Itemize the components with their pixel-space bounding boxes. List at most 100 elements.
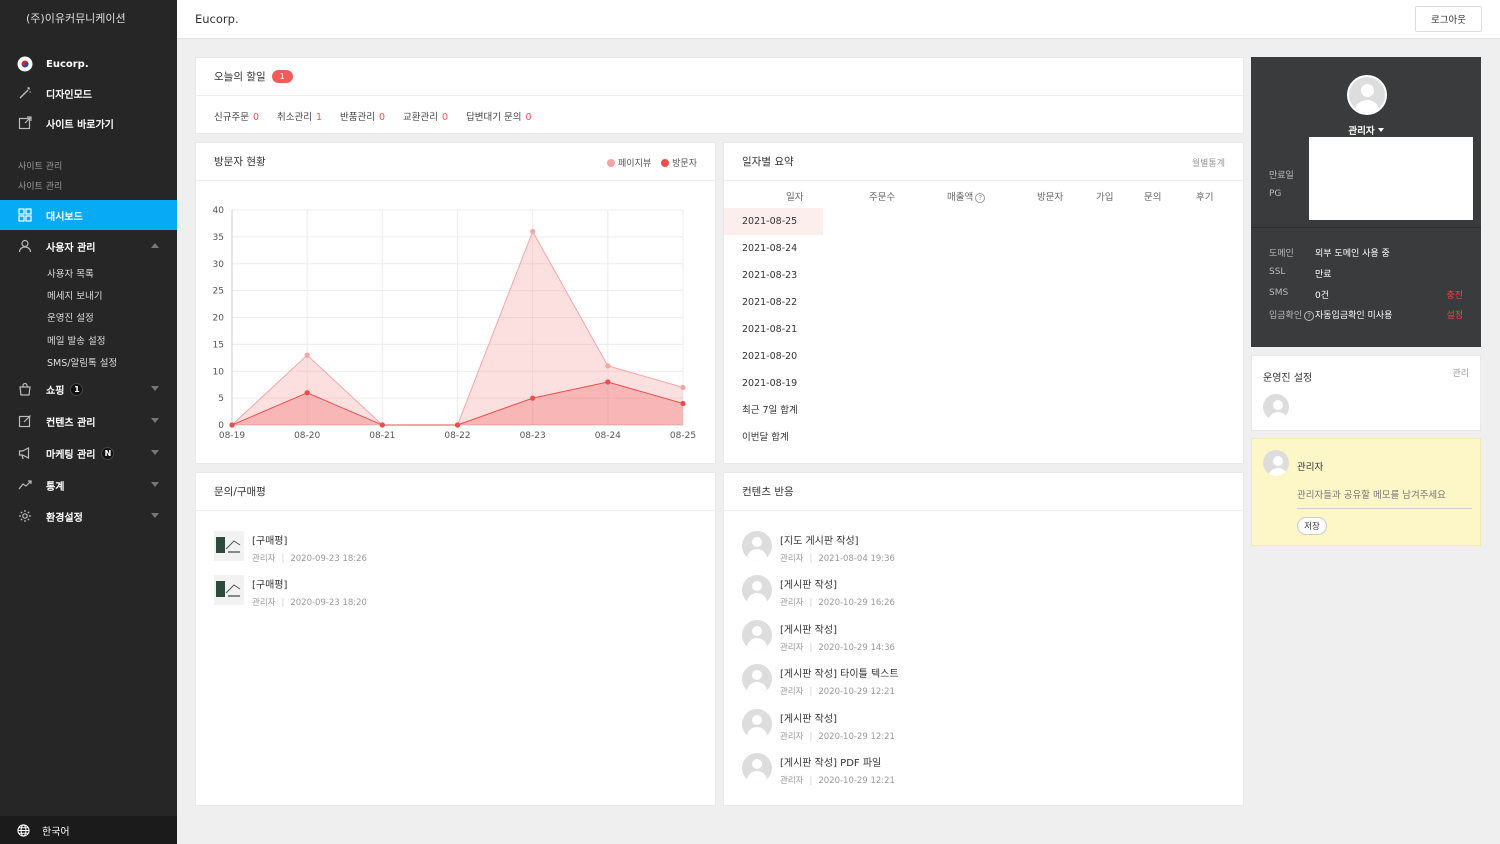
site-item-design-mode[interactable]: 디자인모드 xyxy=(0,79,177,107)
todo-count: 0 xyxy=(252,112,260,123)
content-item-meta: 관리자 | 2020-10-29 12:21 xyxy=(780,687,895,697)
megaphone-icon xyxy=(17,445,33,461)
memo-input[interactable] xyxy=(1297,483,1472,509)
todo-label: 신규주문 xyxy=(214,112,249,123)
divider xyxy=(1251,227,1481,228)
data-point-visitor xyxy=(379,422,385,428)
sidebar-item-stats[interactable]: 통계 xyxy=(0,470,177,500)
memo-save-button[interactable]: 저장 xyxy=(1297,517,1327,535)
legend-item-pageview[interactable]: 페이지뷰 xyxy=(607,156,651,169)
help-icon[interactable]: ? xyxy=(1304,311,1315,321)
site-item-label: 사이트 바로가기 xyxy=(46,119,114,131)
x-tick-label: 08-25 xyxy=(670,431,696,441)
summary-row-month-total[interactable]: 이번달 합계 xyxy=(724,424,823,451)
sms-value: 0건 xyxy=(1315,291,1330,301)
y-tick-label: 15 xyxy=(213,340,224,350)
review-thumbnail xyxy=(214,575,244,605)
korea-flag-icon xyxy=(17,56,33,72)
avatar xyxy=(742,531,772,561)
sidebar-item-marketing[interactable]: 마케팅 관리 N xyxy=(0,438,177,468)
sidebar-item-label: 쇼핑 xyxy=(46,385,65,397)
summary-row-date[interactable]: 2021-08-24 xyxy=(724,235,823,262)
legend-item-visitor[interactable]: 방문자 xyxy=(661,156,697,169)
todo-count: 0 xyxy=(442,112,449,123)
content-title: 컨텐츠 반응 xyxy=(742,486,794,498)
y-tick-label: 0 xyxy=(218,421,224,431)
todo-cancel[interactable]: 취소관리 1 xyxy=(277,109,322,123)
review-item[interactable]: [구매평] 관리자 | 2020-09-23 18:20 xyxy=(214,575,367,608)
monthly-stats-link[interactable]: 월별통계 xyxy=(1192,156,1225,169)
trend-icon xyxy=(17,477,33,493)
site-item-eucorp[interactable]: Eucorp. xyxy=(0,50,177,78)
language-selector[interactable]: 한국어 xyxy=(0,816,177,844)
todo-new-order[interactable]: 신규주문 0 xyxy=(214,109,259,123)
sms-charge-link[interactable]: 충전 xyxy=(1446,288,1463,301)
summary-row-date[interactable]: 2021-08-19 xyxy=(724,370,823,397)
site-admin-label[interactable]: 사이트 관리 xyxy=(18,179,62,192)
submenu-user-list[interactable]: 사용자 목록 xyxy=(47,266,94,280)
help-icon[interactable]: ? xyxy=(975,193,986,203)
sidebar-item-label: 마케팅 관리 xyxy=(46,449,96,461)
todo-count: 1 xyxy=(315,112,323,123)
content-item[interactable]: [게시판 작성] 관리자 | 2020-10-29 16:26 xyxy=(742,575,895,608)
chevron-down-icon xyxy=(151,482,159,487)
content-item-meta: 관리자 | 2020-10-29 12:21 xyxy=(780,776,895,786)
review-meta: 관리자 | 2020-09-23 18:20 xyxy=(252,598,367,608)
chevron-down-icon xyxy=(151,450,159,455)
site-item-shortcut[interactable]: 사이트 바로가기 xyxy=(0,109,177,137)
submenu-mail-settings[interactable]: 메일 발송 설정 xyxy=(47,333,105,347)
sidebar-item-dashboard[interactable]: 대시보드 xyxy=(0,200,177,230)
deposit-settings-link[interactable]: 설정 xyxy=(1446,308,1463,321)
admins-manage-link[interactable]: 관리 xyxy=(1452,366,1469,379)
todo-return[interactable]: 반품관리 0 xyxy=(340,109,385,123)
site-item-label: 디자인모드 xyxy=(46,89,92,101)
sidebar-item-users[interactable]: 사용자 관리 xyxy=(0,231,177,261)
sidebar-item-shopping[interactable]: 쇼핑 1 xyxy=(0,374,177,404)
visitors-chart: 0 5 10 15 20 25 30 35 40 08-19 08-20 08-21 08-22 08-2… xyxy=(213,206,697,441)
content-author: 관리자 xyxy=(780,554,804,564)
todo-label: 교환관리 xyxy=(403,112,439,123)
content-item-meta: 관리자 | 2021-08-04 19:36 xyxy=(780,554,895,564)
user-icon xyxy=(17,238,33,254)
content-item-title: [게시판 작성] xyxy=(780,625,837,636)
chevron-down-icon xyxy=(151,513,159,518)
content-item[interactable]: [게시판 작성] PDF 파일 관리자 | 2020-10-29 12:21 xyxy=(742,753,895,786)
summary-row-date[interactable]: 2021-08-22 xyxy=(724,289,823,316)
content-item[interactable]: [게시판 작성] 타이틀 텍스트 관리자 | 2020-10-29 12:21 xyxy=(742,664,899,697)
summary-row-date[interactable]: 2021-08-25 xyxy=(724,208,823,235)
y-tick-label: 10 xyxy=(213,367,225,377)
review-author: 관리자 xyxy=(252,554,276,564)
submenu-send-message[interactable]: 메세지 보내기 xyxy=(47,288,102,302)
visitors-title: 방문자 현황 xyxy=(214,156,266,168)
summary-row-date[interactable]: 2021-08-20 xyxy=(724,343,823,370)
content-panel: 컨텐츠 반응 [지도 게시판 작성] 관리자 | 2021-08-04 19:36 … xyxy=(723,472,1244,806)
profile-name-dropdown[interactable]: 관리자 xyxy=(1251,123,1481,137)
todo-header: 오늘의 할일 1 xyxy=(196,58,1243,96)
x-tick-label: 08-22 xyxy=(444,431,470,441)
reviews-title: 문의/구매평 xyxy=(214,486,266,498)
avatar[interactable] xyxy=(1263,394,1289,420)
todo-exchange[interactable]: 교환관리 0 xyxy=(403,109,448,123)
summary-row-date[interactable]: 2021-08-21 xyxy=(724,316,823,343)
content-item-title: [게시판 작성] 타이틀 텍스트 xyxy=(780,669,899,680)
visitors-panel: 방문자 현황 페이지뷰 방문자 0 5 10 15 20 25 30 35 40 08-19 08-… xyxy=(195,142,716,464)
sidebar-item-content[interactable]: 컨텐츠 관리 xyxy=(0,406,177,436)
sidebar: (주)이유커뮤니케이션 Eucorp. 디자인모드 사이트 바로가기 사이트 관… xyxy=(0,0,177,844)
content-item[interactable]: [지도 게시판 작성] 관리자 | 2021-08-04 19:36 xyxy=(742,531,895,564)
sidebar-item-settings[interactable]: 환경설정 xyxy=(0,501,177,531)
review-item[interactable]: [구매평] 관리자 | 2020-09-23 18:26 xyxy=(214,531,367,564)
review-date: 2020-09-23 18:26 xyxy=(290,554,367,564)
profile-avatar[interactable] xyxy=(1347,75,1387,115)
content-item[interactable]: [게시판 작성] 관리자 | 2020-10-29 14:36 xyxy=(742,620,895,653)
submenu-staff-settings[interactable]: 운영진 설정 xyxy=(47,310,94,324)
col-orders: 주문수 xyxy=(869,192,896,203)
summary-row-date[interactable]: 2021-08-23 xyxy=(724,262,823,289)
logout-button[interactable]: 로그아웃 xyxy=(1415,6,1482,32)
summary-row-week-total[interactable]: 최근 7일 합계 xyxy=(724,397,823,424)
submenu-sms-settings[interactable]: SMS/알림톡 설정 xyxy=(47,355,117,369)
todo-inquiry[interactable]: 답변대기 문의 0 xyxy=(466,109,532,123)
content-item[interactable]: [게시판 작성] 관리자 | 2020-10-29 12:21 xyxy=(742,709,895,742)
todo-list: 신규주문 0 취소관리 1 반품관리 0 교환관리 0 답변대기 문의 0 xyxy=(196,96,1243,123)
col-date: 일자 xyxy=(786,192,804,203)
external-link-icon xyxy=(17,115,33,131)
